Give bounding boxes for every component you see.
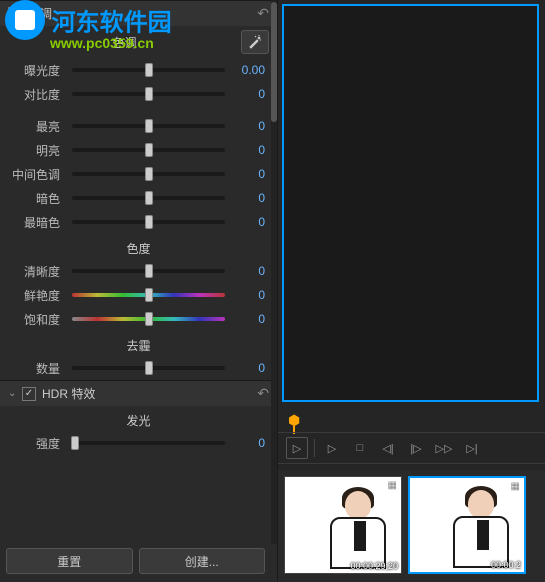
hdr-section-header[interactable]: ⌄ HDR 特效 ↶: [0, 380, 277, 406]
clip-timecode: 00:00:2: [491, 560, 521, 570]
hdr-section-title: HDR 特效: [42, 385, 257, 402]
darkest-slider[interactable]: 最暗色 0: [0, 210, 277, 234]
dehaze-group-title: 去霾: [0, 331, 277, 356]
prev-frame-button[interactable]: ◁|: [377, 437, 399, 459]
playback-controls: ▷ ▷ □ ◁| |▷ ▷▷ ▷|: [278, 432, 545, 464]
brightest-slider[interactable]: 最亮 0: [0, 114, 277, 138]
play-button[interactable]: ▷: [321, 437, 343, 459]
exposure-slider[interactable]: 曝光度 0.00: [0, 58, 277, 82]
midtone-slider[interactable]: 中间色调 0: [0, 162, 277, 186]
clip-thumbnails: ▦ 00:00:29;20 ▦ 00:00:2: [278, 470, 545, 582]
saturation-slider[interactable]: 饱和度 0: [0, 307, 277, 331]
panel-scrollbar[interactable]: [271, 0, 277, 544]
skip-button[interactable]: ▷|: [461, 437, 483, 459]
stop-button[interactable]: □: [349, 437, 371, 459]
glow-intensity-slider[interactable]: 强度 0: [0, 431, 277, 455]
auto-tone-button[interactable]: [241, 30, 269, 54]
bright-slider[interactable]: 明亮 0: [0, 138, 277, 162]
vibrance-slider[interactable]: 鲜艳度 0: [0, 283, 277, 307]
tone-group-title: 色调: [8, 34, 241, 51]
create-button[interactable]: 创建...: [139, 548, 266, 574]
reset-button[interactable]: 重置: [6, 548, 133, 574]
dark-slider[interactable]: 暗色 0: [0, 186, 277, 210]
undo-icon[interactable]: ↶: [257, 385, 269, 402]
clarity-slider[interactable]: 清晰度 0: [0, 259, 277, 283]
glow-group-title: 发光: [0, 406, 277, 431]
playhead-marker[interactable]: ⬢: [288, 412, 300, 429]
undo-icon[interactable]: ↶: [257, 5, 269, 22]
clip-timecode: 00:00:29;20: [350, 561, 398, 571]
chevron-down-icon: ⌄: [8, 388, 22, 399]
tone-checkbox[interactable]: [8, 7, 22, 21]
contrast-slider[interactable]: 对比度 0: [0, 82, 277, 106]
tone-section-header[interactable]: 色调 ↶: [0, 0, 277, 26]
play-range-button[interactable]: ▷: [286, 437, 308, 459]
tone-section-title: 色调: [28, 5, 257, 22]
clip-thumbnail[interactable]: ▦ 00:00:2: [408, 476, 526, 574]
dehaze-amount-slider[interactable]: 数量 0: [0, 356, 277, 380]
clip-thumbnail[interactable]: ▦ 00:00:29;20: [284, 476, 402, 574]
hdr-checkbox[interactable]: [22, 387, 36, 401]
chroma-group-title: 色度: [0, 234, 277, 259]
preview-viewport[interactable]: [282, 4, 539, 402]
fast-forward-button[interactable]: ▷▷: [433, 437, 455, 459]
next-frame-button[interactable]: |▷: [405, 437, 427, 459]
